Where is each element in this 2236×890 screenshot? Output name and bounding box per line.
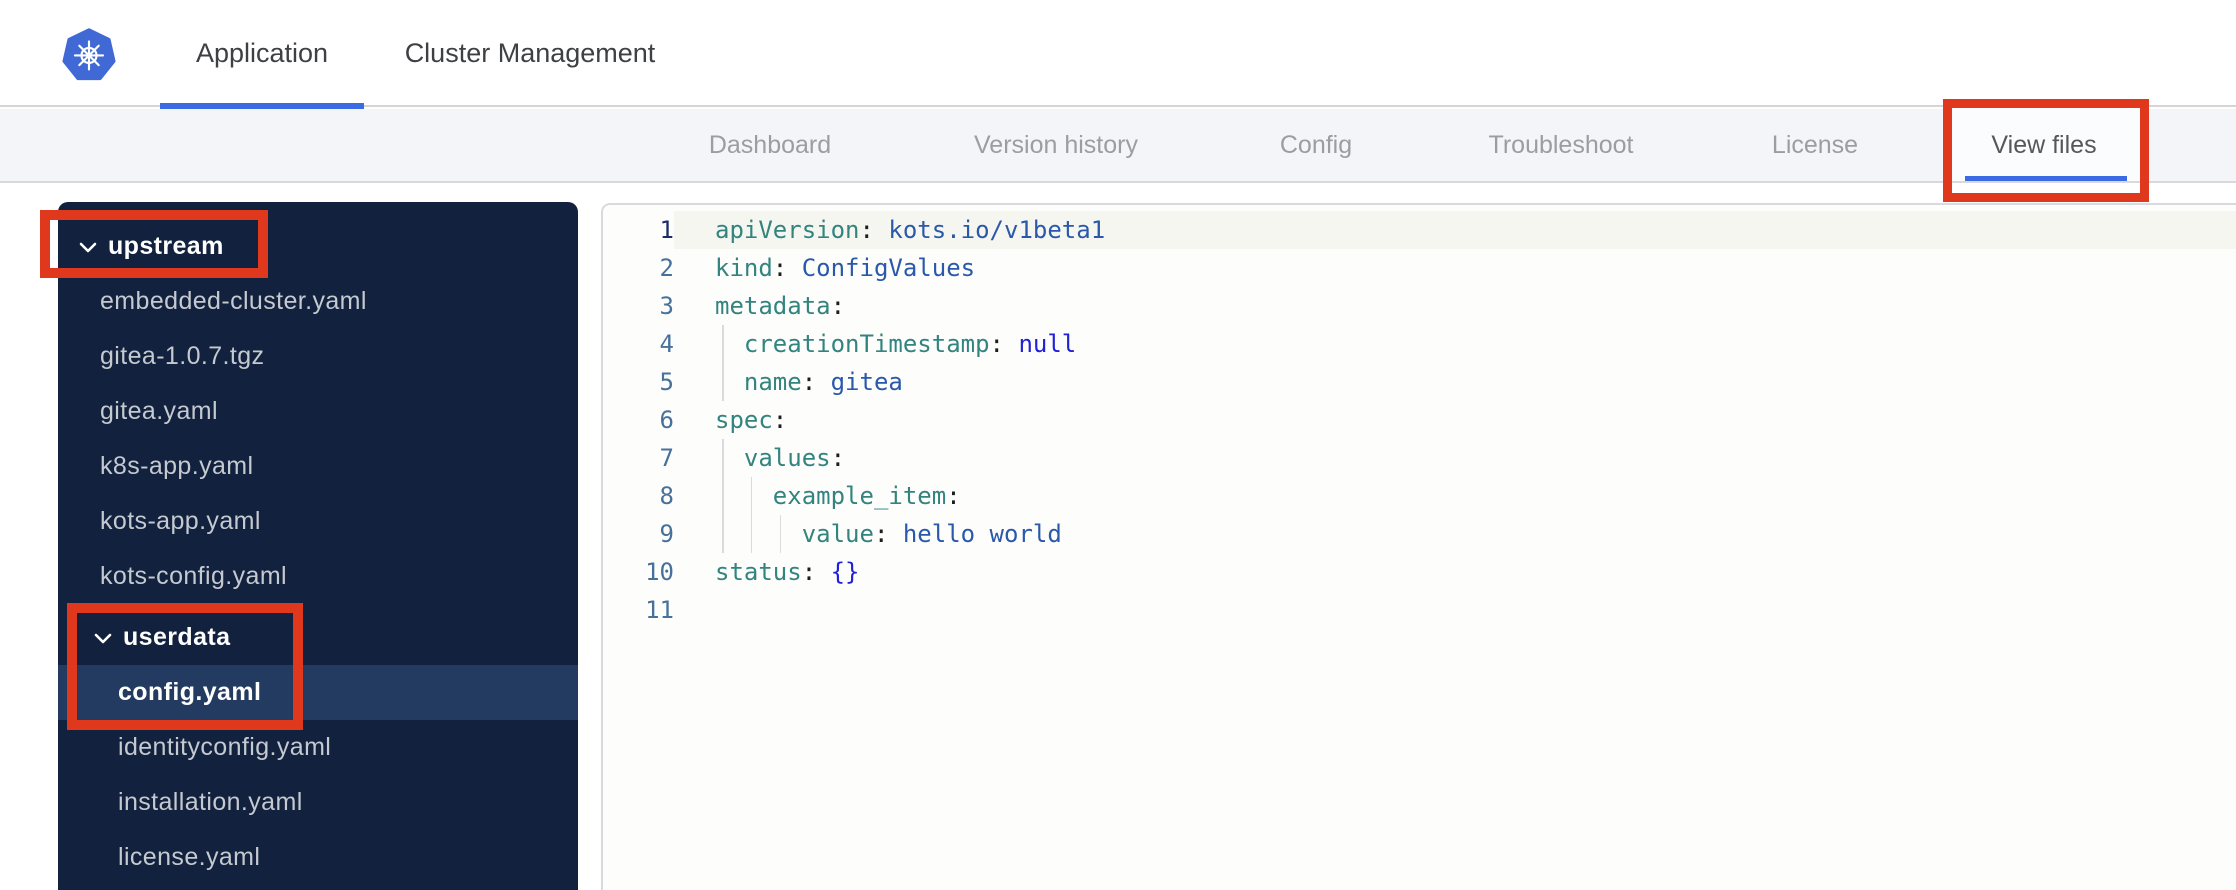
file-tree-item-label: userdata bbox=[123, 623, 231, 651]
chevron-down-icon bbox=[78, 240, 100, 254]
file-tree-item-label: k8s-app.yaml bbox=[100, 452, 254, 480]
tab-cluster-management-label: Cluster Management bbox=[404, 38, 656, 68]
file-tree-item-label: identityconfig.yaml bbox=[118, 733, 332, 761]
subnav-tab-license[interactable]: License bbox=[1772, 109, 1858, 181]
indent-guide bbox=[779, 515, 782, 553]
subnav-tab-troubleshoot[interactable]: Troubleshoot bbox=[1489, 109, 1634, 181]
code-line-content: example_item: bbox=[674, 477, 2236, 515]
line-number: 9 bbox=[659, 520, 674, 548]
file-tree-item-kots-config-yaml[interactable]: kots-config.yaml bbox=[58, 549, 578, 604]
file-tree-item-label: upstream bbox=[108, 232, 224, 260]
tab-application-label: Application bbox=[195, 38, 329, 68]
code-line-content: apiVersion: kots.io/v1beta1 bbox=[674, 211, 2236, 249]
code-line-11: 11 bbox=[603, 591, 2236, 629]
file-tree-item-label: gitea-1.0.7.tgz bbox=[100, 342, 265, 370]
line-number: 4 bbox=[659, 330, 674, 358]
file-tree-item-label: kots-config.yaml bbox=[100, 562, 288, 590]
code-line-4: 4 creationTimestamp: null bbox=[603, 325, 2236, 363]
code-line-5: 5 name: gitea bbox=[603, 363, 2236, 401]
file-tree-item-identityconfig-yaml[interactable]: identityconfig.yaml bbox=[58, 720, 578, 775]
file-tree-item-gitea-yaml[interactable]: gitea.yaml bbox=[58, 384, 578, 439]
code-line-content: creationTimestamp: null bbox=[674, 325, 2236, 363]
code-line-content: name: gitea bbox=[674, 363, 2236, 401]
code-line-2: 2 kind: ConfigValues bbox=[603, 249, 2236, 287]
subnav-tab-version-history[interactable]: Version history bbox=[974, 109, 1138, 181]
line-number: 6 bbox=[659, 406, 674, 434]
line-number: 7 bbox=[659, 444, 674, 472]
chevron-down-icon bbox=[93, 631, 115, 645]
app-header: Application Cluster Management bbox=[0, 0, 2236, 109]
file-tree-item-label: config.yaml bbox=[118, 678, 262, 706]
code-line-7: 7 values: bbox=[603, 439, 2236, 477]
code-line-content: kind: ConfigValues bbox=[715, 254, 976, 282]
subnav-tab-dashboard[interactable]: Dashboard bbox=[709, 109, 831, 181]
indent-guide bbox=[750, 477, 753, 515]
code-line-10: 10 status: {} bbox=[603, 553, 2236, 591]
code-line-3: 3 metadata: bbox=[603, 287, 2236, 325]
code-line-content: spec: bbox=[715, 406, 788, 434]
indent-guide bbox=[722, 439, 724, 477]
file-tree-item-config-yaml[interactable]: config.yaml bbox=[58, 665, 578, 720]
file-tree-item-upstream[interactable]: upstream bbox=[58, 219, 578, 274]
code-line-1: 1 apiVersion: kots.io/v1beta1 bbox=[603, 211, 2236, 249]
code-line-content: status: {} bbox=[715, 558, 860, 586]
line-number: 5 bbox=[659, 368, 674, 396]
line-number: 2 bbox=[659, 254, 674, 282]
code-line-content: values: bbox=[674, 439, 2236, 477]
subnav-tab-config[interactable]: Config bbox=[1280, 109, 1352, 181]
line-number: 11 bbox=[645, 596, 674, 624]
app-subnav: Dashboard Version history Config Troublesho… bbox=[0, 109, 2236, 183]
subnav-tab-view-files[interactable]: View files bbox=[1991, 109, 2096, 181]
file-tree-item-k8s-app-yaml[interactable]: k8s-app.yaml bbox=[58, 439, 578, 494]
line-number: 1 bbox=[659, 216, 674, 244]
active-subnav-underline bbox=[1965, 176, 2127, 181]
tab-application[interactable]: Application bbox=[160, 0, 364, 109]
code-line-9: 9 value: hello world bbox=[603, 515, 2236, 553]
file-tree-item-label: kots-app.yaml bbox=[100, 507, 261, 535]
file-tree-item-label: installation.yaml bbox=[118, 788, 303, 816]
yaml-code-viewer[interactable]: 1 apiVersion: kots.io/v1beta1 2 kind: Confi… bbox=[601, 203, 2236, 890]
indent-guide bbox=[750, 515, 753, 553]
kubernetes-logo bbox=[62, 28, 116, 84]
indent-guide bbox=[722, 325, 724, 363]
file-tree-item-installation-yaml[interactable]: installation.yaml bbox=[58, 775, 578, 830]
file-tree-item-label: license.yaml bbox=[118, 843, 261, 871]
line-number: 10 bbox=[645, 558, 674, 586]
code-line-content: metadata: bbox=[715, 292, 846, 320]
file-tree-item-gitea-1-0-7-tgz[interactable]: gitea-1.0.7.tgz bbox=[58, 329, 578, 384]
code-line-content: value: hello world bbox=[674, 515, 2236, 553]
file-tree-item-userdata[interactable]: userdata bbox=[58, 610, 578, 665]
file-tree-sidebar[interactable]: upstream embedded-cluster.yaml gitea-1.0.7… bbox=[58, 202, 578, 890]
indent-guide bbox=[722, 515, 724, 553]
code-line-8: 8 example_item: bbox=[603, 477, 2236, 515]
line-number: 3 bbox=[659, 292, 674, 320]
file-tree-item-license-yaml[interactable]: license.yaml bbox=[58, 830, 578, 885]
file-tree-item-kots-app-yaml[interactable]: kots-app.yaml bbox=[58, 494, 578, 549]
file-tree-item-label: gitea.yaml bbox=[100, 397, 218, 425]
file-tree-item-embedded-cluster-yaml[interactable]: embedded-cluster.yaml bbox=[58, 274, 578, 329]
file-tree-item-label: embedded-cluster.yaml bbox=[100, 287, 367, 315]
kots-admin-console: Application Cluster Management Dashboard… bbox=[0, 0, 2236, 890]
indent-guide bbox=[722, 363, 724, 401]
indent-guide bbox=[722, 477, 724, 515]
code-line-content bbox=[674, 591, 2236, 629]
code-line-6: 6 spec: bbox=[603, 401, 2236, 439]
line-number: 8 bbox=[659, 482, 674, 510]
tab-cluster-management[interactable]: Cluster Management bbox=[380, 0, 680, 107]
